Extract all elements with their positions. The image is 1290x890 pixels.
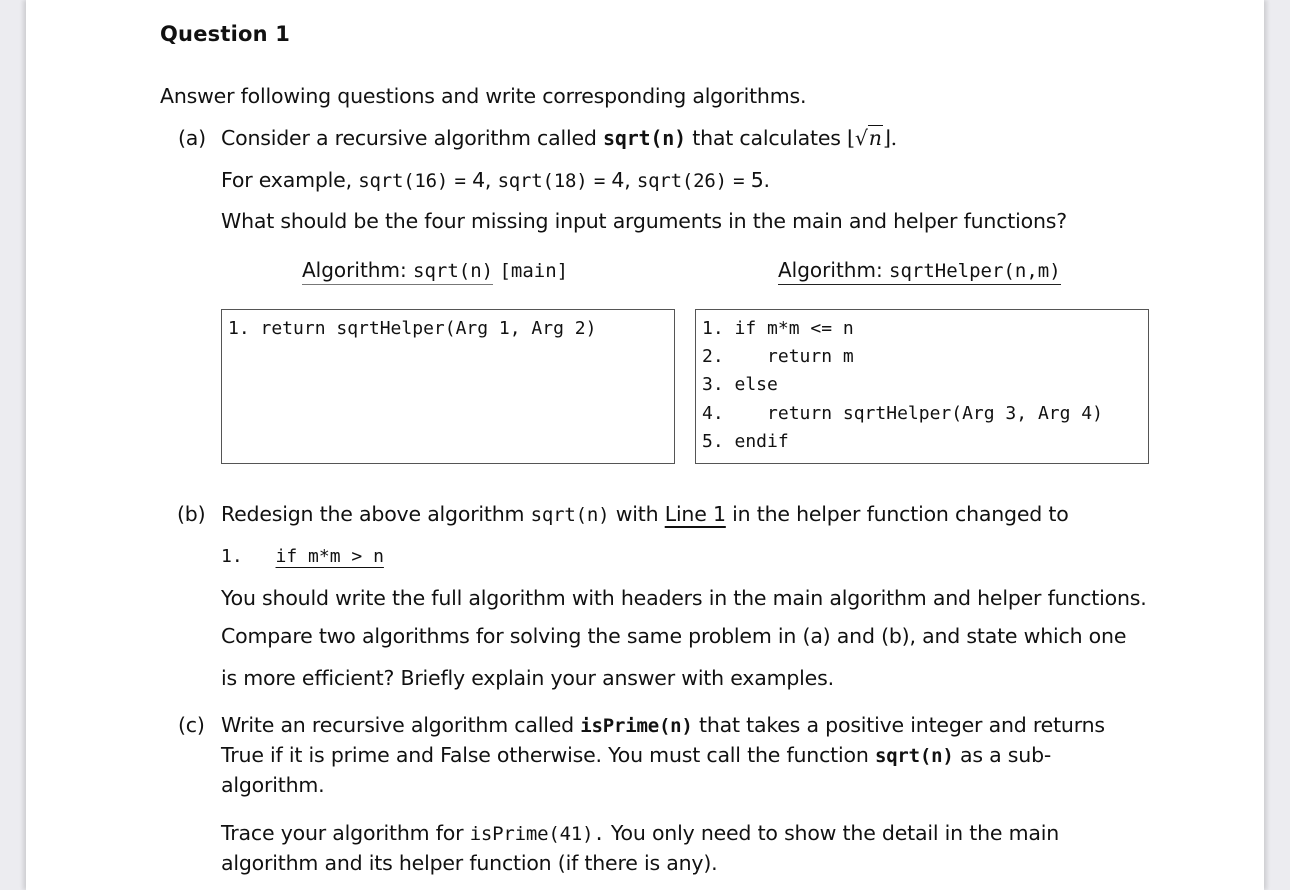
- part-b-line1-suffix: in the helper function changed to: [732, 502, 1069, 526]
- part-a-question: What should be the four missing input ar…: [221, 209, 1067, 233]
- helper-algorithm-line: 1. if m*m <= n: [702, 318, 854, 339]
- part-a-line1-prefix: Consider a recursive algorithm called: [221, 126, 597, 150]
- part-b-label: (b): [177, 502, 206, 526]
- helper-algorithm-header-underlined: Algorithm: sqrtHelper(n,m): [778, 258, 1061, 285]
- part-c-line2-prefix: True if it is prime and False otherwise.…: [221, 743, 869, 767]
- part-a-examples: For example, sqrt(16) = 4, sqrt(18) = 4,…: [221, 168, 770, 192]
- example-equals: =: [733, 170, 745, 192]
- main-algorithm-header-name: sqrt(n): [413, 260, 494, 282]
- example-call: sqrt(16): [358, 170, 449, 192]
- part-b-paragraph-1: You should write the full algorithm with…: [221, 586, 1147, 610]
- example-result: 5.: [750, 168, 770, 192]
- sqrt-variable: n: [867, 125, 883, 150]
- example-equals: =: [593, 170, 606, 192]
- part-c-label: (c): [178, 713, 205, 737]
- question-intro: Answer following questions and write cor…: [160, 84, 807, 108]
- helper-algorithm-header: Algorithm: sqrtHelper(n,m): [778, 258, 1061, 285]
- helper-algorithm-header-prefix: Algorithm:: [778, 258, 883, 282]
- example-result: 4,: [472, 168, 492, 192]
- changed-line-code: if m*m > n: [275, 546, 384, 567]
- part-b-line1: Redesign the above algorithm sqrt(n) wit…: [221, 502, 1069, 526]
- main-algorithm-header-prefix: Algorithm:: [302, 258, 407, 282]
- trace-func: isPrime(41).: [469, 823, 605, 845]
- isprime-func-name: isPrime(n): [580, 715, 693, 737]
- changed-line: 1. if m*m > n: [221, 546, 384, 567]
- main-algorithm-box: 1. return sqrtHelper(Arg 1, Arg 2): [221, 309, 675, 464]
- document-page: Question 1 Answer following questions an…: [26, 0, 1264, 890]
- floor-right-symbol: ⌋.: [882, 126, 897, 150]
- example-equals: =: [454, 170, 466, 192]
- helper-algorithm-header-name: sqrtHelper(n,m): [889, 260, 1061, 282]
- question-title: Question 1: [160, 22, 291, 46]
- helper-algorithm-line: 3. else: [702, 374, 778, 395]
- part-b-paragraph-3: is more efficient? Briefly explain your …: [221, 666, 834, 690]
- trace-suffix: You only need to show the detail in the …: [610, 821, 1060, 845]
- part-c-line2-suffix: as a sub-: [959, 743, 1052, 767]
- part-a-label: (a): [178, 126, 206, 150]
- main-algorithm-header-tag: [main]: [499, 260, 569, 282]
- sqrt-func-name: sqrt(n): [603, 126, 686, 150]
- part-c-line3: algorithm.: [221, 773, 325, 797]
- part-c-line1-suffix: that takes a positive integer and return…: [698, 713, 1105, 737]
- part-b-func-name: sqrt(n): [530, 504, 610, 526]
- helper-algorithm-line: 5. endif: [702, 431, 789, 452]
- part-b-paragraph-2: Compare two algorithms for solving the s…: [221, 624, 1127, 648]
- example-call: sqrt(26): [636, 170, 727, 192]
- part-a-line1-suffix: that calculates: [692, 126, 841, 150]
- part-c-line2: True if it is prime and False otherwise.…: [221, 743, 1051, 767]
- helper-algorithm-box: 1. if m*m <= n 2. return m 3. else 4. re…: [695, 309, 1149, 464]
- example-prefix: For example,: [221, 168, 352, 192]
- helper-algorithm-line: 2. return m: [702, 346, 854, 367]
- line-1-reference: Line 1: [664, 502, 726, 526]
- part-c-trace-line1: Trace your algorithm for isPrime(41). Yo…: [221, 821, 1059, 845]
- part-c-trace-line2: algorithm and its helper function (if th…: [221, 851, 718, 875]
- example-result: 4,: [611, 168, 631, 192]
- example-call: sqrt(18): [497, 170, 588, 192]
- trace-prefix: Trace your algorithm for: [221, 821, 464, 845]
- part-c-line1: Write an recursive algorithm called isPr…: [221, 713, 1105, 737]
- main-algorithm-header-underlined: Algorithm: sqrt(n): [302, 258, 494, 285]
- part-a-line1: Consider a recursive algorithm called sq…: [221, 125, 897, 150]
- part-c-line1-prefix: Write an recursive algorithm called: [221, 713, 574, 737]
- helper-algorithm-line: 4. return sqrtHelper(Arg 3, Arg 4): [702, 403, 1103, 424]
- changed-line-number: 1.: [221, 546, 243, 567]
- sqrt-symbol: √: [854, 126, 868, 150]
- part-b-line1-prefix: Redesign the above algorithm: [221, 502, 525, 526]
- sqrt-func-reference: sqrt(n): [874, 745, 954, 767]
- main-algorithm-header: Algorithm: sqrt(n) [main]: [302, 258, 569, 285]
- floor-left-symbol: ⌊: [847, 126, 855, 150]
- part-b-with: with: [615, 502, 659, 526]
- main-algorithm-line: 1. return sqrtHelper(Arg 1, Arg 2): [228, 318, 597, 339]
